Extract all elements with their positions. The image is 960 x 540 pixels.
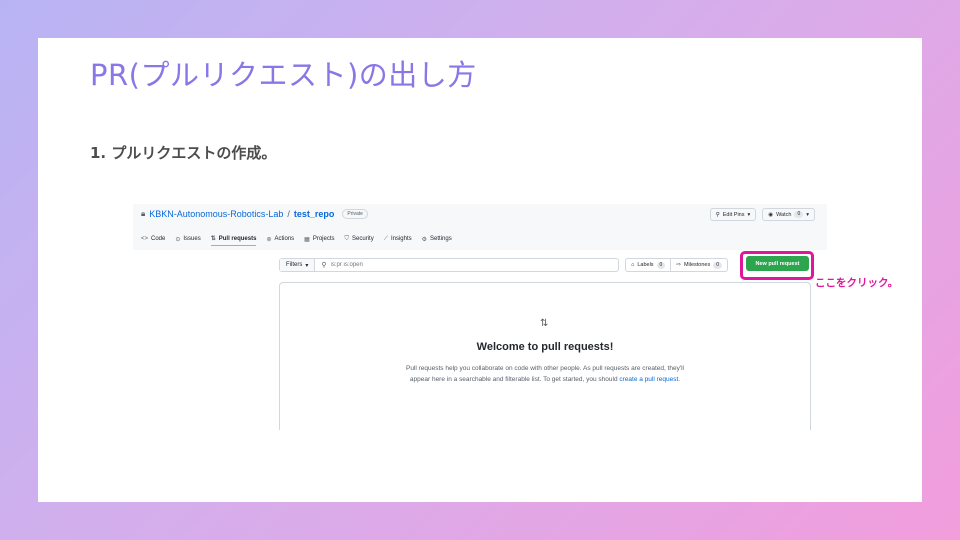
milestones-count: 0 xyxy=(713,261,723,269)
tab-label: Code xyxy=(151,236,166,242)
search-input[interactable] xyxy=(330,262,531,268)
tab-settings[interactable]: ⚙ Settings xyxy=(422,232,452,246)
filters-button[interactable]: Filters ▾ xyxy=(280,259,316,271)
watch-label: Watch xyxy=(776,211,792,218)
caret-down-icon: ▾ xyxy=(305,262,309,269)
lock-icon: 🔒︎ xyxy=(141,209,146,218)
desc-line-1: Pull requests help you collaborate on co… xyxy=(405,365,685,372)
slide-title: PR(プルリクエスト)の出し方 xyxy=(90,58,477,92)
milestone-icon: ⇨ xyxy=(676,262,681,268)
github-screenshot: 🔒︎ KBKN-Autonomous-Robotics-Lab / test_r… xyxy=(133,204,827,430)
tab-label: Pull requests xyxy=(218,235,257,242)
desc-line-2: appear here in a searchable and filterab… xyxy=(409,376,618,383)
visibility-badge: Private xyxy=(342,209,368,219)
tab-label: Issues xyxy=(183,236,201,242)
tab-label: Insights xyxy=(390,236,412,242)
empty-state-description: Pull requests help you collaborate on co… xyxy=(280,363,810,385)
edit-pins-button[interactable]: ⚲ Edit Pins ▾ xyxy=(709,208,757,221)
tab-label: Actions xyxy=(274,236,295,242)
pull-request-icon: ⇅ xyxy=(540,318,549,329)
graph-icon: ⟋ xyxy=(383,235,388,242)
caret-down-icon: ▾ xyxy=(806,211,809,218)
tab-label: Security xyxy=(352,236,374,242)
shield-icon: ⛉ xyxy=(344,235,350,242)
tab-issues[interactable]: ⊙ Issues xyxy=(175,232,200,246)
gear-icon: ⚙ xyxy=(421,236,428,243)
tab-projects[interactable]: ▦ Projects xyxy=(304,232,334,246)
tab-insights[interactable]: ⟋ Insights xyxy=(384,232,412,246)
new-pull-request-button[interactable]: New pull request xyxy=(746,256,809,271)
filters-label: Filters xyxy=(286,262,303,268)
pr-toolbar: Filters ▾ ⚲ ⌂ Labels 0 ⇨ Milestones 0 xyxy=(279,256,811,274)
labels-button[interactable]: ⌂ Labels 0 xyxy=(626,259,670,271)
code-icon: <> xyxy=(141,236,149,242)
labels-count: 0 xyxy=(656,261,666,269)
issues-icon: ⊙ xyxy=(175,236,181,243)
tab-pull-requests[interactable]: ⇅ Pull requests xyxy=(210,232,257,246)
slide: PR(プルリクエスト)の出し方 1. プルリクエストの作成。 🔒︎ KBKN-A… xyxy=(38,38,922,502)
tab-actions[interactable]: ⊚ Actions xyxy=(266,232,294,246)
edit-pins-label: Edit Pins xyxy=(722,211,745,218)
repo-tabs: <> Code ⊙ Issues ⇅ Pull requests ⊚ Actio… xyxy=(141,232,452,246)
desc-suffix: . xyxy=(678,376,681,383)
search-box: ⚲ xyxy=(315,261,618,269)
step-heading: 1. プルリクエストの作成。 xyxy=(90,144,277,162)
projects-icon: ▦ xyxy=(304,236,310,243)
pin-icon: ⚲ xyxy=(715,211,720,218)
tab-code[interactable]: <> Code xyxy=(141,232,165,246)
repo-owner-link[interactable]: KBKN-Autonomous-Robotics-Lab xyxy=(149,209,283,219)
tab-label: Settings xyxy=(430,236,452,242)
repo-title: 🔒︎ KBKN-Autonomous-Robotics-Lab / test_r… xyxy=(141,209,368,219)
pull-request-icon: ⇅ xyxy=(210,236,216,242)
watch-count: 0 xyxy=(794,211,804,218)
watch-button[interactable]: ◉ Watch 0 ▾ xyxy=(762,208,815,221)
tab-label: Projects xyxy=(312,236,335,242)
click-annotation: ここをクリック。 xyxy=(815,277,899,289)
search-icon: ⚲ xyxy=(321,262,327,269)
repo-name-link[interactable]: test_repo xyxy=(294,209,335,219)
labels-milestones-group: ⌂ Labels 0 ⇨ Milestones 0 xyxy=(625,258,729,272)
eye-icon: ◉ xyxy=(768,211,774,218)
tag-icon: ⌂ xyxy=(631,262,635,268)
repo-header: 🔒︎ KBKN-Autonomous-Robotics-Lab / test_r… xyxy=(133,204,827,250)
create-pull-request-link[interactable]: create a pull request xyxy=(619,376,678,383)
repo-separator: / xyxy=(287,209,290,219)
empty-state-heading: Welcome to pull requests! xyxy=(476,341,614,353)
actions-icon: ⊚ xyxy=(266,236,272,243)
labels-label: Labels xyxy=(637,262,654,268)
milestones-button[interactable]: ⇨ Milestones 0 xyxy=(670,259,727,271)
caret-down-icon: ▾ xyxy=(747,211,751,218)
tab-security[interactable]: ⛉ Security xyxy=(345,232,374,246)
pull-requests-empty-state: ⇅ Welcome to pull requests! Pull request… xyxy=(279,282,811,430)
milestones-label: Milestones xyxy=(683,262,711,268)
filters-search-group: Filters ▾ ⚲ xyxy=(279,258,619,272)
